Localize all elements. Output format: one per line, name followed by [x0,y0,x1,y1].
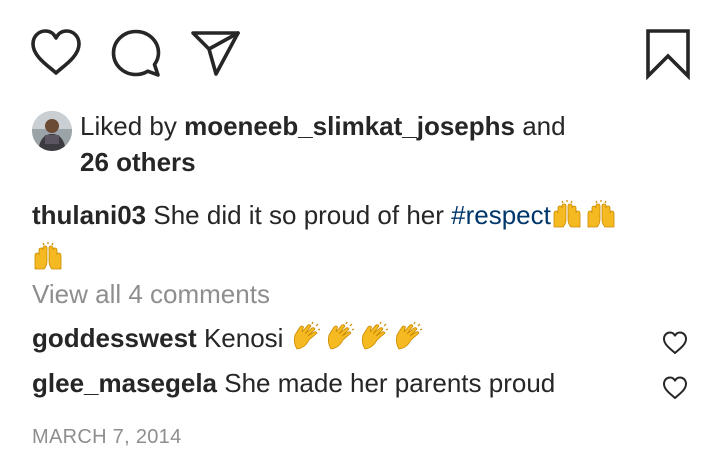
clapping-hands-emoji-icon [393,321,425,360]
likes-line: Liked by moeneeb_slimkat_josephs and [80,108,566,144]
likes-joiner: and [515,111,566,141]
likes-others-link[interactable]: 26 others [80,144,196,180]
heart-icon [31,29,81,75]
post-date: MARCH 7, 2014 [32,426,182,448]
raising-hands-emoji-icon [585,200,617,238]
paper-plane-icon [191,31,240,76]
comment-item: glee_masegela She made her parents proud [32,365,688,401]
bookmark-icon [646,29,690,80]
comment-username[interactable]: goddesswest [32,323,197,353]
heart-icon [663,376,687,399]
post-action-bar [0,0,720,100]
clapping-hands-emoji-icon [325,321,357,360]
caption-username[interactable]: thulani03 [32,200,146,230]
liker-username[interactable]: moeneeb_slimkat_josephs [184,111,515,141]
caption-hashtag[interactable]: #respect [451,200,551,230]
comment-like-button[interactable] [662,328,688,364]
comment-username[interactable]: glee_masegela [32,368,217,398]
heart-icon [663,331,687,354]
likes-prefix: Liked by [80,111,185,141]
comment-body: goddesswest Kenosi [32,321,427,353]
post-caption: thulani03 She did it so proud of her #re… [32,196,682,280]
raising-hands-emoji-icon [551,200,583,238]
comment-button[interactable] [110,29,162,79]
comment-text: She made her parents proud [224,368,556,398]
comment-like-button[interactable] [662,373,688,409]
comment-text: Kenosi [203,323,284,353]
like-button[interactable] [30,29,82,77]
raising-hands-emoji-icon [32,242,64,280]
clapping-hands-emoji-icon [359,321,391,360]
comment-item: goddesswest Kenosi [32,320,688,356]
share-button[interactable] [190,30,242,78]
save-button[interactable] [644,28,692,80]
speech-bubble-icon [111,29,161,77]
caption-text: She did it so proud of her [153,200,452,230]
comment-body: glee_masegela She made her parents proud [32,368,555,398]
clapping-hands-emoji-icon [291,321,323,360]
liker-avatar[interactable] [32,111,72,151]
view-all-comments-link[interactable]: View all 4 comments [32,276,270,312]
